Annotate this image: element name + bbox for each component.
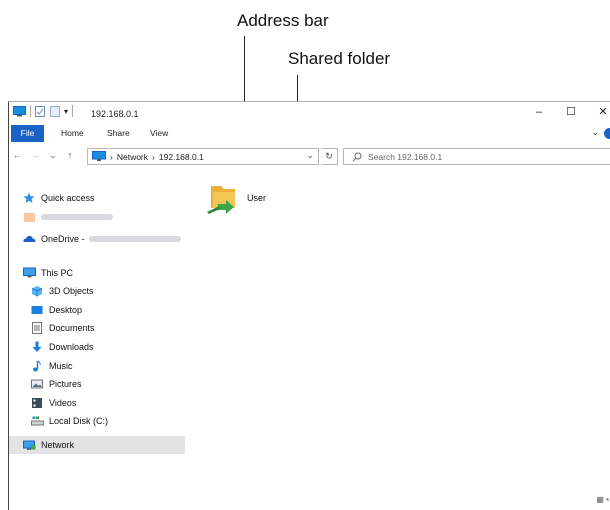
search-box[interactable]: Search 192.168.0.1 (343, 148, 610, 165)
new-folder-icon[interactable] (50, 105, 60, 117)
navigation-row: ← → ⌄ ↑ › Network › 192.168.0.1 ⌄ ↻ Sear… (9, 146, 610, 168)
search-icon (352, 152, 362, 161)
toolbar-separator (72, 105, 74, 117)
sidebar-item-label: Downloads (49, 342, 94, 352)
recent-locations-button[interactable]: ⌄ (47, 150, 59, 161)
pictures-icon (31, 378, 45, 390)
back-button[interactable]: ← (11, 150, 23, 160)
customize-toolbar-icon[interactable]: ▾ (64, 107, 68, 116)
sidebar-item-local-disk[interactable]: Local Disk (C:) (31, 412, 108, 430)
monitor-icon (23, 267, 37, 279)
sidebar-item-creative-cloud[interactable] (23, 208, 113, 226)
sidebar-item-label: Pictures (49, 379, 82, 389)
computer-icon[interactable] (13, 105, 26, 117)
sidebar-item-downloads[interactable]: Downloads (31, 338, 94, 356)
sidebar-item-label: Music (49, 361, 73, 371)
cube-icon (31, 285, 45, 297)
sidebar-item-label: OneDrive - (41, 234, 85, 244)
ribbon-tabs: File Home Share View ⌄ (9, 125, 610, 143)
sidebar-item-label: 3D Objects (49, 286, 94, 296)
sidebar-item-this-pc[interactable]: This PC (23, 264, 73, 282)
sidebar-item-label: Desktop (49, 305, 83, 315)
document-icon (31, 322, 45, 334)
video-icon (31, 397, 45, 409)
tab-view[interactable]: View (150, 125, 168, 142)
sidebar-item-label: This PC (41, 268, 74, 278)
shared-folder-annotation: Shared folder (288, 49, 391, 68)
breadcrumb-separator[interactable]: › (110, 152, 113, 162)
creative-cloud-icon (23, 211, 37, 223)
expand-ribbon-icon[interactable]: ⌄ (591, 127, 599, 138)
breadcrumb-ip[interactable]: 192.168.0.1 (159, 152, 204, 162)
help-icon[interactable] (604, 128, 610, 139)
view-mode-icons[interactable]: ▦ ▪ (596, 495, 609, 504)
navigation-pane: Quick access OneDrive - This PC 3D Objec… (9, 172, 185, 510)
file-explorer-window: ▾ 192.168.0.1 – ☐ ✕ File Home Share View… (8, 101, 610, 510)
window-title: 192.168.0.1 (91, 109, 139, 119)
sidebar-item-label: Quick access (41, 193, 95, 203)
sidebar-item-label: Videos (49, 398, 77, 408)
search-placeholder: Search 192.168.0.1 (368, 151, 443, 162)
sidebar-item-documents[interactable]: Documents (31, 319, 95, 337)
desktop-icon (31, 304, 45, 316)
network-icon (23, 439, 37, 451)
address-bar-annotation: Address bar (237, 11, 329, 30)
sidebar-item-onedrive[interactable]: OneDrive - (23, 230, 181, 248)
maximize-button[interactable]: ☐ (557, 104, 585, 120)
up-button[interactable]: ↑ (64, 150, 76, 160)
tab-home[interactable]: Home (61, 125, 84, 142)
shared-folder-icon[interactable] (205, 182, 241, 216)
title-bar: ▾ 192.168.0.1 – ☐ ✕ (9, 102, 610, 124)
network-location-icon (92, 151, 106, 161)
sidebar-item-3d-objects[interactable]: 3D Objects (31, 282, 94, 300)
address-bar[interactable]: › Network › 192.168.0.1 ⌄ (87, 148, 319, 165)
tab-file[interactable]: File (11, 125, 44, 142)
music-icon (31, 360, 45, 372)
properties-icon[interactable] (35, 105, 45, 117)
quick-access-toolbar: ▾ (13, 105, 77, 117)
download-icon (31, 341, 45, 353)
sidebar-item-videos[interactable]: Videos (31, 394, 76, 412)
tab-share[interactable]: Share (107, 125, 130, 142)
address-dropdown-icon[interactable]: ⌄ (306, 150, 314, 161)
sidebar-item-pictures[interactable]: Pictures (31, 375, 82, 393)
cloud-icon (23, 233, 37, 245)
file-list-area: User ▦ ▪ (195, 172, 610, 510)
breadcrumb-network[interactable]: Network (117, 152, 148, 162)
blurred-text (88, 236, 181, 242)
sidebar-item-music[interactable]: Music (31, 357, 73, 375)
sidebar-item-quick-access[interactable]: Quick access (23, 189, 95, 207)
close-button[interactable]: ✕ (589, 104, 610, 120)
refresh-button[interactable]: ↻ (321, 148, 338, 165)
breadcrumb-separator[interactable]: › (152, 152, 155, 162)
forward-button[interactable]: → (29, 150, 41, 160)
sidebar-item-label: Local Disk (C:) (49, 416, 109, 426)
blurred-text (41, 214, 113, 220)
star-icon (23, 192, 37, 204)
toolbar-separator (30, 105, 31, 117)
sidebar-item-label: Network (41, 440, 75, 450)
sidebar-item-desktop[interactable]: Desktop (31, 301, 82, 319)
disk-icon (31, 415, 45, 427)
minimize-button[interactable]: – (525, 104, 553, 120)
folder-label-user[interactable]: User (247, 193, 266, 203)
sidebar-item-network[interactable]: Network (9, 436, 185, 454)
sidebar-item-label: Documents (49, 323, 95, 333)
